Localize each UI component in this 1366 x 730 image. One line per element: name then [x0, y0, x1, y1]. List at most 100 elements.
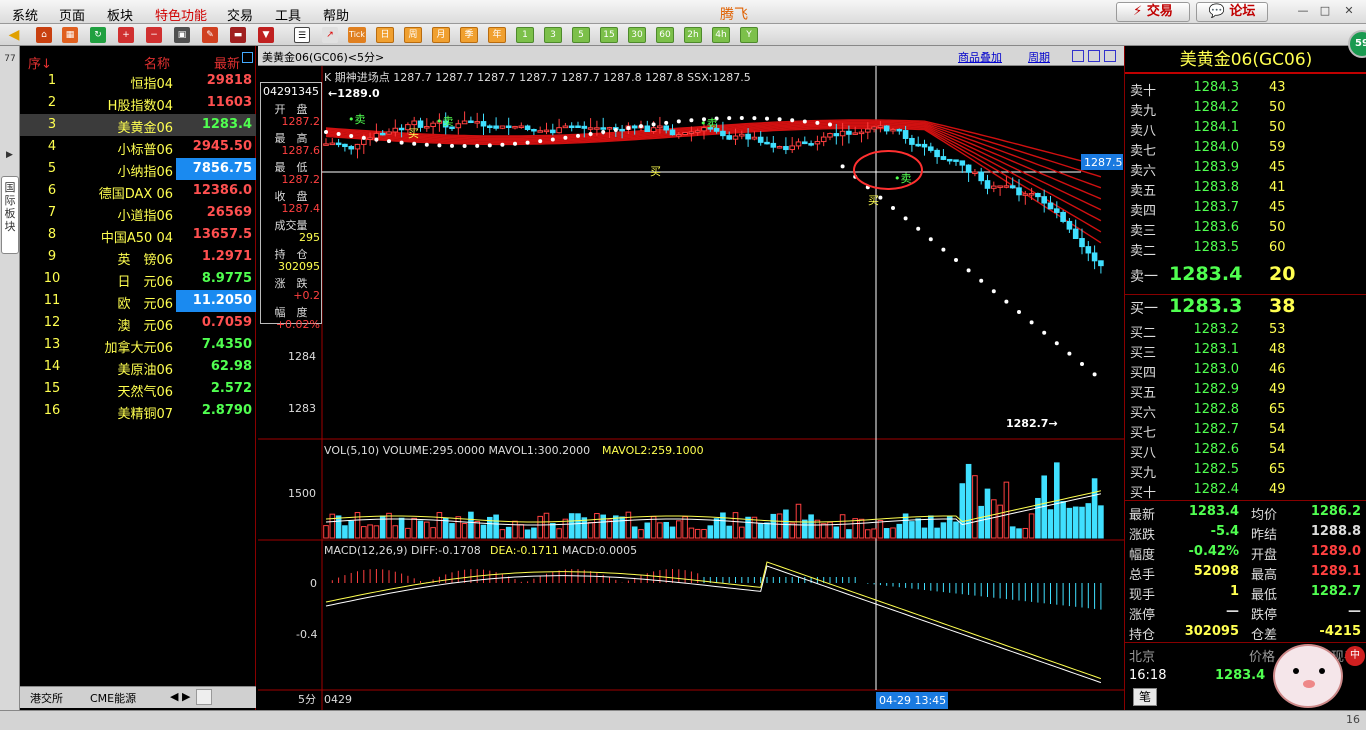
nav-prev-icon[interactable]	[1072, 50, 1084, 62]
period-y-button[interactable]: Y	[740, 27, 758, 43]
tab-hkex[interactable]: 港交所	[30, 690, 63, 706]
period-year-button[interactable]: 年	[488, 27, 506, 43]
ask-row[interactable]: 卖六 1283.9 45	[1125, 158, 1366, 179]
period-1m-button[interactable]: 1	[516, 27, 534, 43]
row-price: 0.7059	[201, 315, 252, 330]
bid-row[interactable]: 买八 1282.6 54	[1125, 440, 1366, 461]
watchlist-row[interactable]: 14 美原油06 62.98	[20, 356, 256, 378]
nav-next-icon[interactable]	[1088, 50, 1100, 62]
watchlist-row[interactable]: 10 日 元06 8.9775	[20, 268, 256, 290]
menu-trade[interactable]: 交易	[227, 5, 253, 24]
kline-chart[interactable]: K 期神进场点 1287.7 1287.7 1287.7 1287.7 1287…	[258, 66, 1124, 710]
ask-row[interactable]: 卖九 1284.2 50	[1125, 98, 1366, 119]
bid-row[interactable]: 买三 1283.1 48	[1125, 340, 1366, 361]
tab-ticks[interactable]: 笔	[1133, 688, 1157, 706]
menu-tools[interactable]: 工具	[275, 5, 301, 24]
watchlist-row[interactable]: 7 小道指06 26569	[20, 202, 256, 224]
ask-row[interactable]: 卖三 1283.6 50	[1125, 218, 1366, 239]
ask-row[interactable]: 卖二 1283.5 60	[1125, 238, 1366, 259]
bid-row[interactable]: 买六 1282.8 65	[1125, 400, 1366, 421]
tick-button[interactable]: Tick	[348, 27, 366, 43]
watchlist-row[interactable]: 13 加拿大元06 7.4350	[20, 334, 256, 356]
menu-sector[interactable]: 板块	[107, 5, 133, 24]
bid-row[interactable]: 买一 1283.3 38	[1125, 295, 1366, 317]
period-3m-button[interactable]: 3	[544, 27, 562, 43]
watchlist-row[interactable]: 9 英 镑06 1.2971	[20, 246, 256, 268]
scroll-right-icon[interactable]: ▶	[182, 690, 190, 703]
home-icon[interactable]: ⌂	[36, 27, 52, 43]
watchlist-row[interactable]: 1 恒指04 29818	[20, 70, 256, 92]
maximize-button[interactable]: □	[1318, 4, 1332, 18]
menu-page[interactable]: 页面	[59, 5, 85, 24]
bid-row[interactable]: 买五 1282.9 49	[1125, 380, 1366, 401]
watchlist-row[interactable]: 6 德国DAX 06 12386.0	[20, 180, 256, 202]
period-60m-button[interactable]: 60	[656, 27, 674, 43]
sar-dot	[790, 118, 795, 123]
scroll-left-icon[interactable]: ◀	[170, 690, 178, 703]
badge-red-icon[interactable]: 中	[1345, 646, 1365, 666]
eraser-icon[interactable]: ▬	[230, 27, 246, 43]
scrollbar-thumb[interactable]	[196, 689, 212, 705]
line-chart-icon[interactable]: ↗	[322, 27, 338, 43]
period-5m-button[interactable]: 5	[572, 27, 590, 43]
watchlist-row[interactable]: 15 天然气06 2.572	[20, 378, 256, 400]
back-arrow-icon[interactable]: ◀	[6, 27, 22, 43]
bid-row[interactable]: 买十 1282.4 49	[1125, 480, 1366, 501]
candle-body	[783, 146, 789, 151]
vol-label-2: MAVOL2:259.1000	[602, 444, 704, 457]
volume-bar	[865, 529, 871, 539]
watchlist-row[interactable]: 8 中国A50 04 13657.5	[20, 224, 256, 246]
bid-row[interactable]: 买七 1282.7 54	[1125, 420, 1366, 441]
nav-expand-icon[interactable]	[1104, 50, 1116, 62]
table-icon[interactable]: ☰	[294, 27, 310, 43]
watchlist-row[interactable]: 2 H股指数04 11603	[20, 92, 256, 114]
pen-icon[interactable]: ✎	[202, 27, 218, 43]
filter-icon[interactable]: ▼	[258, 27, 274, 43]
zoom-in-icon[interactable]: +	[118, 27, 134, 43]
ask-row[interactable]: 卖五 1283.8 41	[1125, 178, 1366, 199]
ask-row[interactable]: 卖七 1284.0 59	[1125, 138, 1366, 159]
bid-row[interactable]: 买四 1283.0 46	[1125, 360, 1366, 381]
close-button[interactable]: ✕	[1342, 4, 1356, 18]
forum-button[interactable]: 💬 论坛	[1196, 2, 1268, 22]
bid-row[interactable]: 买九 1282.5 65	[1125, 460, 1366, 481]
trade-button[interactable]: ⚡ 交易	[1116, 2, 1190, 22]
watchlist-row[interactable]: 5 小纳指06 7856.75	[20, 158, 256, 180]
minimize-button[interactable]: —	[1296, 4, 1310, 18]
chart-book-icon[interactable]: ▦	[62, 27, 78, 43]
period-30m-button[interactable]: 30	[628, 27, 646, 43]
ask-row[interactable]: 卖十 1284.3 43	[1125, 78, 1366, 99]
menu-help[interactable]: 帮助	[323, 5, 349, 24]
watchlist-row[interactable]: 16 美精铜07 2.8790	[20, 400, 256, 422]
row-price: 29818	[206, 73, 252, 88]
candle-body	[631, 125, 638, 129]
ask-row[interactable]: 卖一 1283.4 20	[1125, 263, 1366, 285]
sar-dot	[664, 120, 669, 125]
watchlist-row[interactable]: 11 欧 元06 11.2050	[20, 290, 256, 312]
menu-features[interactable]: 特色功能	[155, 5, 207, 24]
refresh-icon[interactable]: ↻	[90, 27, 106, 43]
menu-system[interactable]: 系统	[12, 5, 38, 24]
period-day-button[interactable]: 日	[376, 27, 394, 43]
overlay-link[interactable]: 商品叠加	[958, 49, 1002, 65]
toolbar: ◀ ⌂ ▦ ↻ + − ▣ ✎ ▬ ▼ ☰ ↗ Tick 日 周 月 季 年 1…	[0, 24, 1366, 46]
tab-international[interactable]: 国际板块	[1, 176, 19, 254]
period-15m-button[interactable]: 15	[600, 27, 618, 43]
period-link[interactable]: 周期	[1028, 49, 1050, 65]
tab-cme-energy[interactable]: CME能源	[90, 690, 136, 706]
period-2h-button[interactable]: 2h	[684, 27, 702, 43]
watchlist-row[interactable]: 3 美黄金06 1283.4	[20, 114, 256, 136]
bid-row[interactable]: 买二 1283.2 53	[1125, 320, 1366, 341]
watchlist-row[interactable]: 12 澳 元06 0.7059	[20, 312, 256, 334]
period-4h-button[interactable]: 4h	[712, 27, 730, 43]
ask-row[interactable]: 卖四 1283.7 45	[1125, 198, 1366, 219]
period-month-button[interactable]: 月	[432, 27, 450, 43]
period-quarter-button[interactable]: 季	[460, 27, 478, 43]
ask-row[interactable]: 卖八 1284.1 50	[1125, 118, 1366, 139]
expand-arrow-icon[interactable]: ▶	[6, 150, 13, 160]
layout-icon[interactable]: ▣	[174, 27, 190, 43]
period-week-button[interactable]: 周	[404, 27, 422, 43]
watchlist-row[interactable]: 4 小标普06 2945.50	[20, 136, 256, 158]
maximize-panel-icon[interactable]	[242, 52, 253, 63]
zoom-out-icon[interactable]: −	[146, 27, 162, 43]
